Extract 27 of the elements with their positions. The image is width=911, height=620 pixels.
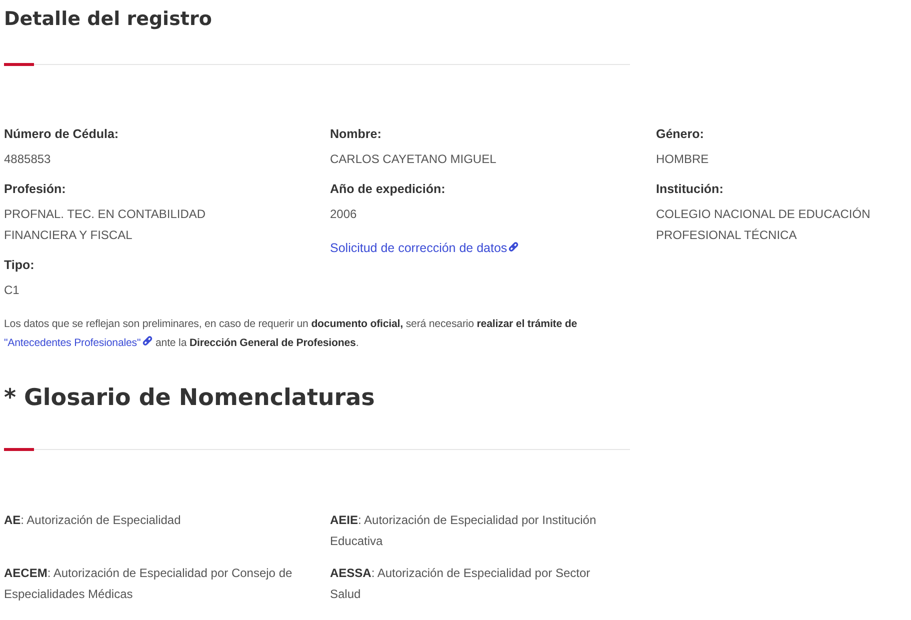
field-label: Nombre: [330,127,382,141]
antecedentes-link[interactable]: "Antecedentes Profesionales" [4,337,153,349]
glossary-entry: AE: Autorización de Especialidad [4,512,182,529]
field-label: Profesión: [4,182,67,196]
link-icon [508,242,520,253]
field-label: Año de expedición: [330,182,446,196]
field-value: CARLOS CAYETANO MIGUEL [330,151,498,168]
field-label: Tipo: [4,258,36,272]
field-label: Institución: [656,182,724,196]
accent-bar [4,448,34,451]
field-value: COLEGIO NACIONAL DE EDUCACIÓN PROFESIONAL TÉCNICA [656,206,872,244]
glossary-entry: AEIE: Autorización de Especialidad por Institución Educativa [330,512,598,550]
field-value: 4885853 [4,151,52,168]
section-title: Detalle del registro [4,7,213,30]
glossary-entry: AESSA: Autorización de Especialidad por Sector Salud [330,565,592,603]
field-value: C1 [4,282,20,299]
notice-text: Los datos que se reflejan son preliminares, en caso de requerir un documento oficial, será necesario realizar el trámite de "Antecedentes Profesionales" ante la Dirección General de Profesiones. [4,317,578,351]
field-label: Número de Cédula: [4,127,120,141]
section-title: * Glosario de Nomenclaturas [4,384,376,411]
link-icon [142,336,153,347]
accent-bar [4,63,34,66]
correction-link[interactable]: Solicitud de corrección de datos [330,241,520,255]
field-value: HOMBRE [656,151,710,168]
field-label: Género: [656,127,705,141]
glossary-entry: AECEM: Autorización de Especialidad por Consejo de Especialidades Médicas [4,565,294,603]
field-value: PROFNAL. TEC. EN CONTABILIDAD FINANCIERA Y FISCAL [4,206,207,244]
field-value: 2006 [330,206,358,223]
